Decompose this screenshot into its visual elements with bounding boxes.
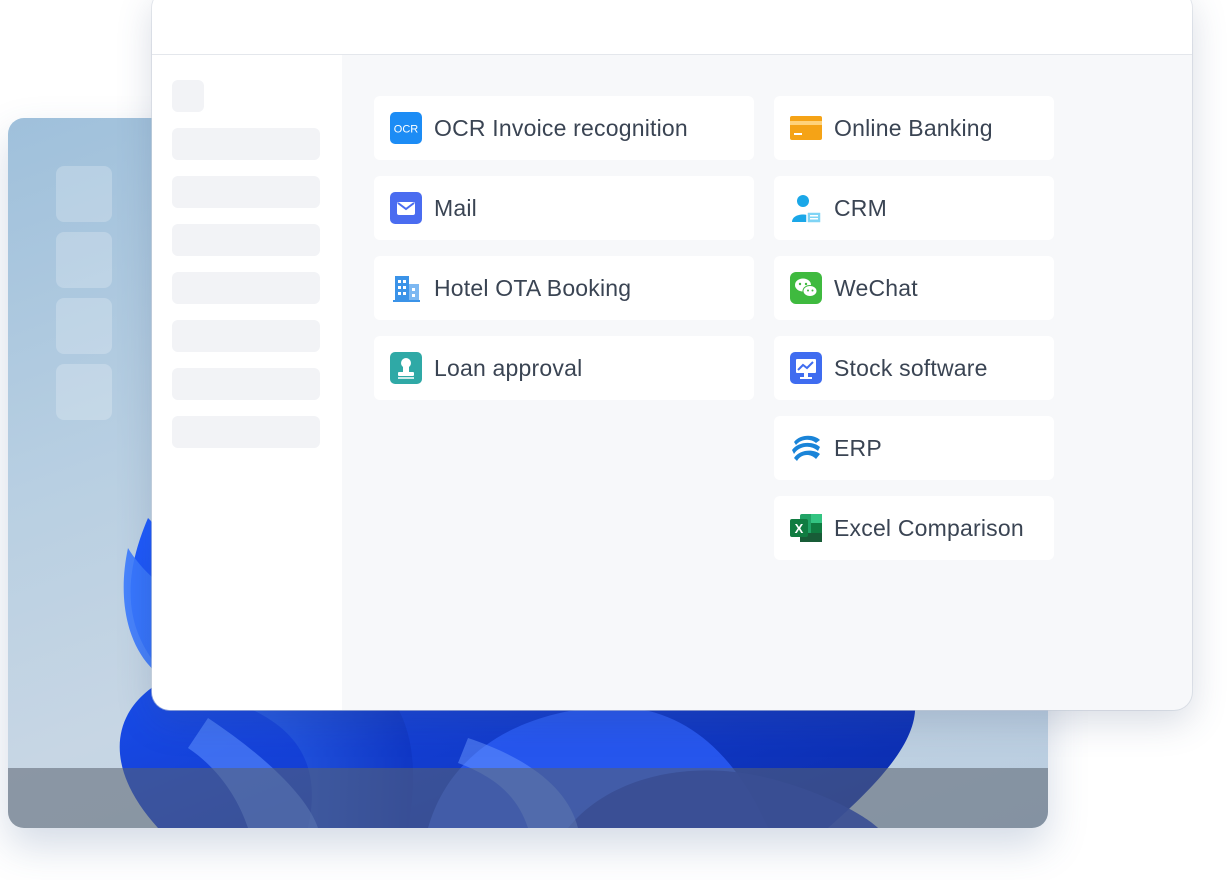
app-label: CRM bbox=[834, 194, 887, 221]
desktop-icon-3[interactable] bbox=[56, 298, 112, 354]
excel-icon: X bbox=[790, 512, 822, 544]
app-card-crm[interactable]: CRM bbox=[774, 176, 1054, 240]
desktop-icon-2[interactable] bbox=[56, 232, 112, 288]
sidebar-item-placeholder[interactable] bbox=[172, 176, 320, 208]
app-label: Hotel OTA Booking bbox=[434, 274, 632, 301]
app-label: Online Banking bbox=[834, 114, 993, 141]
taskbar[interactable] bbox=[8, 768, 1048, 828]
app-label: OCR Invoice recognition bbox=[434, 114, 688, 141]
app-label: Stock software bbox=[834, 354, 988, 381]
hotel-building-icon bbox=[390, 272, 422, 304]
app-card-excel-comparison[interactable]: X Excel Comparison bbox=[774, 496, 1054, 560]
app-window: OCR OCR Invoice recognition Mail Hotel O… bbox=[152, 0, 1192, 710]
app-card-wechat[interactable]: WeChat bbox=[774, 256, 1054, 320]
person-card-icon bbox=[790, 192, 822, 224]
desktop-icon-1[interactable] bbox=[56, 166, 112, 222]
app-label: ERP bbox=[834, 434, 882, 461]
sidebar-item-placeholder[interactable] bbox=[172, 368, 320, 400]
sidebar bbox=[152, 55, 342, 710]
stamp-icon bbox=[390, 352, 422, 384]
app-card-stock-software[interactable]: Stock software bbox=[774, 336, 1054, 400]
app-card-online-banking[interactable]: Online Banking bbox=[774, 96, 1054, 160]
mail-icon bbox=[390, 192, 422, 224]
sidebar-item-placeholder[interactable] bbox=[172, 224, 320, 256]
app-label: Mail bbox=[434, 194, 477, 221]
ocr-icon: OCR bbox=[390, 112, 422, 144]
erp-globe-icon bbox=[790, 432, 822, 464]
app-label: Loan approval bbox=[434, 354, 583, 381]
sidebar-item-placeholder[interactable] bbox=[172, 416, 320, 448]
stock-chart-icon bbox=[790, 352, 822, 384]
svg-text:OCR: OCR bbox=[394, 124, 419, 136]
title-bar[interactable] bbox=[152, 0, 1192, 55]
wechat-icon bbox=[790, 272, 822, 304]
app-card-hotel-ota[interactable]: Hotel OTA Booking bbox=[374, 256, 754, 320]
sidebar-logo-placeholder bbox=[172, 80, 204, 112]
svg-text:X: X bbox=[795, 521, 804, 536]
sidebar-item-placeholder[interactable] bbox=[172, 272, 320, 304]
app-card-erp[interactable]: ERP bbox=[774, 416, 1054, 480]
app-card-ocr-invoice[interactable]: OCR OCR Invoice recognition bbox=[374, 96, 754, 160]
sidebar-item-placeholder[interactable] bbox=[172, 320, 320, 352]
bank-card-icon bbox=[790, 112, 822, 144]
app-card-loan-approval[interactable]: Loan approval bbox=[374, 336, 754, 400]
desktop-icon-4[interactable] bbox=[56, 364, 112, 420]
app-label: WeChat bbox=[834, 274, 918, 301]
app-card-mail[interactable]: Mail bbox=[374, 176, 754, 240]
sidebar-item-placeholder[interactable] bbox=[172, 128, 320, 160]
app-label: Excel Comparison bbox=[834, 514, 1024, 541]
